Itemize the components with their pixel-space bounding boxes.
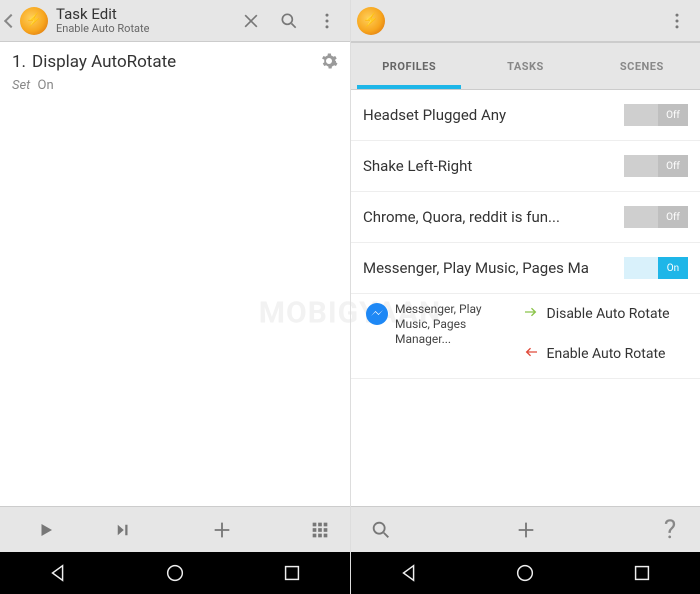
nav-recent-button[interactable] [631,562,653,584]
tabstrip: PROFILES TASKS SCENES [351,42,700,90]
more-vert-icon [317,11,337,31]
search-button[interactable] [270,2,308,40]
actionbar-right [351,0,700,42]
arrow-right-icon [523,304,539,324]
profile-row[interactable]: Shake Left-Right Off [351,141,700,192]
tab-tasks[interactable]: TASKS [467,43,583,89]
android-navbar [0,552,350,594]
grid-button[interactable] [290,507,350,552]
square-recent-icon [631,562,653,584]
nav-home-button[interactable] [164,562,186,584]
toggle-knob: Off [658,155,688,177]
circle-home-icon [164,562,186,584]
square-recent-icon [281,562,303,584]
plus-icon [515,519,537,541]
tasker-logo-icon [357,7,385,35]
add-button[interactable] [411,507,640,552]
toggle-knob: Off [658,104,688,126]
profile-label: Shake Left-Right [363,157,616,175]
tab-scenes-label: SCENES [620,60,664,73]
search-button[interactable] [351,507,411,552]
right-pane: PROFILES TASKS SCENES Headset Plugged An… [350,0,700,594]
actionbar-subtitle: Enable Auto Rotate [56,23,149,35]
task-index: 1. [12,52,26,72]
enter-task-row[interactable]: Disable Auto Rotate [523,304,691,324]
overflow-button-right[interactable] [658,2,696,40]
task-action-params: Set On [0,78,350,103]
profile-label: Chrome, Quora, reddit is fun... [363,208,616,226]
profile-actions: Disable Auto Rotate Enable Auto Rotate [523,302,691,364]
play-button[interactable] [16,521,77,539]
actionbar-title-block: Task Edit Enable Auto Rotate [56,6,149,35]
profile-row[interactable]: Messenger, Play Music, Pages Ma On [351,243,700,294]
profile-toggle[interactable]: Off [624,155,688,177]
actionbar-title: Task Edit [56,6,149,23]
bottombar-right: ? [351,506,700,552]
add-button[interactable] [153,507,290,552]
profile-row[interactable]: Headset Plugged Any Off [351,90,700,141]
tab-profiles-label: PROFILES [382,60,436,73]
nav-home-button[interactable] [514,562,536,584]
back-button[interactable] [4,5,50,37]
grid-icon [309,519,331,541]
toggle-knob: Off [658,206,688,228]
next-button[interactable] [93,521,154,539]
app-home-button[interactable] [355,5,387,37]
tasker-logo-icon [20,7,48,35]
tab-profiles[interactable]: PROFILES [351,43,467,89]
arrow-left-icon [523,344,539,364]
profile-row[interactable]: Chrome, Quora, reddit is fun... Off [351,192,700,243]
left-pane: Task Edit Enable Auto Rotate 1. Display … [0,0,350,594]
nav-back-button[interactable] [398,562,420,584]
nav-recent-button[interactable] [281,562,303,584]
profiles-list: Headset Plugged Any Off Shake Left-Right… [351,90,700,506]
play-icon [37,521,55,539]
gear-icon[interactable] [320,52,338,70]
search-icon [279,11,299,31]
tab-tasks-label: TASKS [507,60,544,73]
task-action-set-value: On [38,78,54,93]
profile-context[interactable]: Messenger, Play Music, Pages Manager... [365,302,515,364]
profile-toggle[interactable]: On [624,257,688,279]
bottombar-left [0,506,350,552]
search-icon [370,519,392,541]
messenger-icon [365,302,389,326]
exit-task-label: Enable Auto Rotate [547,346,666,362]
toggle-knob: On [658,257,688,279]
profile-label: Headset Plugged Any [363,106,616,124]
triangle-back-icon [398,562,420,584]
actionbar-left: Task Edit Enable Auto Rotate [0,0,350,42]
profile-toggle[interactable]: Off [624,104,688,126]
nav-back-button[interactable] [47,562,69,584]
exit-task-row[interactable]: Enable Auto Rotate [523,344,691,364]
tab-scenes[interactable]: SCENES [584,43,700,89]
task-action-set-label: Set [12,78,30,93]
left-content-area: MOBIGYAAN [0,103,350,506]
close-button[interactable] [232,2,270,40]
plus-icon [211,519,233,541]
profile-expanded: Messenger, Play Music, Pages Manager... … [351,294,700,379]
help-button[interactable]: ? [640,507,700,552]
task-action-row[interactable]: 1. Display AutoRotate [0,42,350,78]
close-icon [241,11,261,31]
help-icon: ? [664,515,676,545]
profile-context-label: Messenger, Play Music, Pages Manager... [395,302,515,347]
overflow-button[interactable] [308,2,346,40]
profile-label: Messenger, Play Music, Pages Ma [363,259,616,277]
enter-task-label: Disable Auto Rotate [547,306,670,322]
profile-toggle[interactable]: Off [624,206,688,228]
more-vert-icon [667,11,687,31]
triangle-back-icon [47,562,69,584]
chevron-left-icon [4,13,18,27]
task-action-name: Display AutoRotate [32,52,320,72]
android-navbar [351,552,700,594]
next-icon [114,521,132,539]
circle-home-icon [514,562,536,584]
